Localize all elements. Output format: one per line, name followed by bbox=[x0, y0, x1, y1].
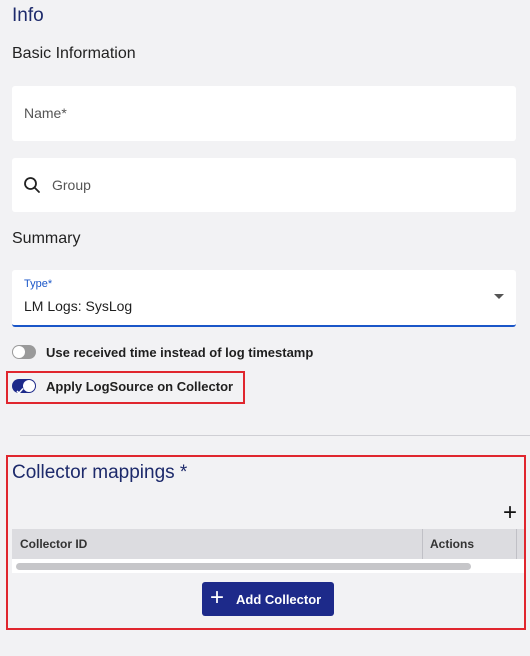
horizontal-scrollbar[interactable] bbox=[16, 563, 471, 570]
plus-icon: + bbox=[210, 584, 225, 611]
name-placeholder: Name* bbox=[24, 105, 67, 121]
search-icon bbox=[23, 176, 41, 194]
received-time-toggle-label: Use received time instead of log timesta… bbox=[46, 345, 314, 360]
collector-mappings-title: Collector mappings * bbox=[12, 462, 188, 483]
type-value: LM Logs: SysLog bbox=[24, 298, 133, 314]
type-select[interactable]: Type* LM Logs: SysLog bbox=[12, 270, 516, 327]
basic-information-heading: Basic Information bbox=[12, 45, 136, 62]
add-collector-label: Add Collector bbox=[236, 592, 322, 607]
add-row-plus-icon[interactable]: + bbox=[500, 501, 520, 525]
name-field[interactable]: Name* bbox=[12, 86, 516, 141]
column-actions[interactable]: Actions bbox=[430, 537, 474, 551]
summary-heading: Summary bbox=[12, 230, 81, 247]
toggle-knob bbox=[23, 380, 35, 392]
add-collector-button[interactable]: + Add Collector bbox=[202, 582, 334, 616]
dropdown-caret-icon[interactable] bbox=[494, 294, 504, 299]
collector-table-header: Collector ID Actions bbox=[12, 529, 524, 559]
column-divider bbox=[516, 529, 517, 559]
toggle-knob bbox=[13, 346, 25, 358]
apply-logsource-toggle-label: Apply LogSource on Collector bbox=[46, 379, 234, 394]
section-divider bbox=[20, 435, 530, 436]
type-label: Type* bbox=[24, 278, 53, 290]
page-title: Info bbox=[12, 5, 44, 26]
column-divider bbox=[422, 529, 423, 559]
column-collector-id[interactable]: Collector ID bbox=[20, 537, 87, 551]
group-placeholder: Group bbox=[52, 177, 91, 193]
received-time-toggle[interactable] bbox=[12, 345, 36, 359]
group-field[interactable]: Group bbox=[12, 158, 516, 212]
apply-logsource-toggle[interactable] bbox=[12, 379, 36, 395]
